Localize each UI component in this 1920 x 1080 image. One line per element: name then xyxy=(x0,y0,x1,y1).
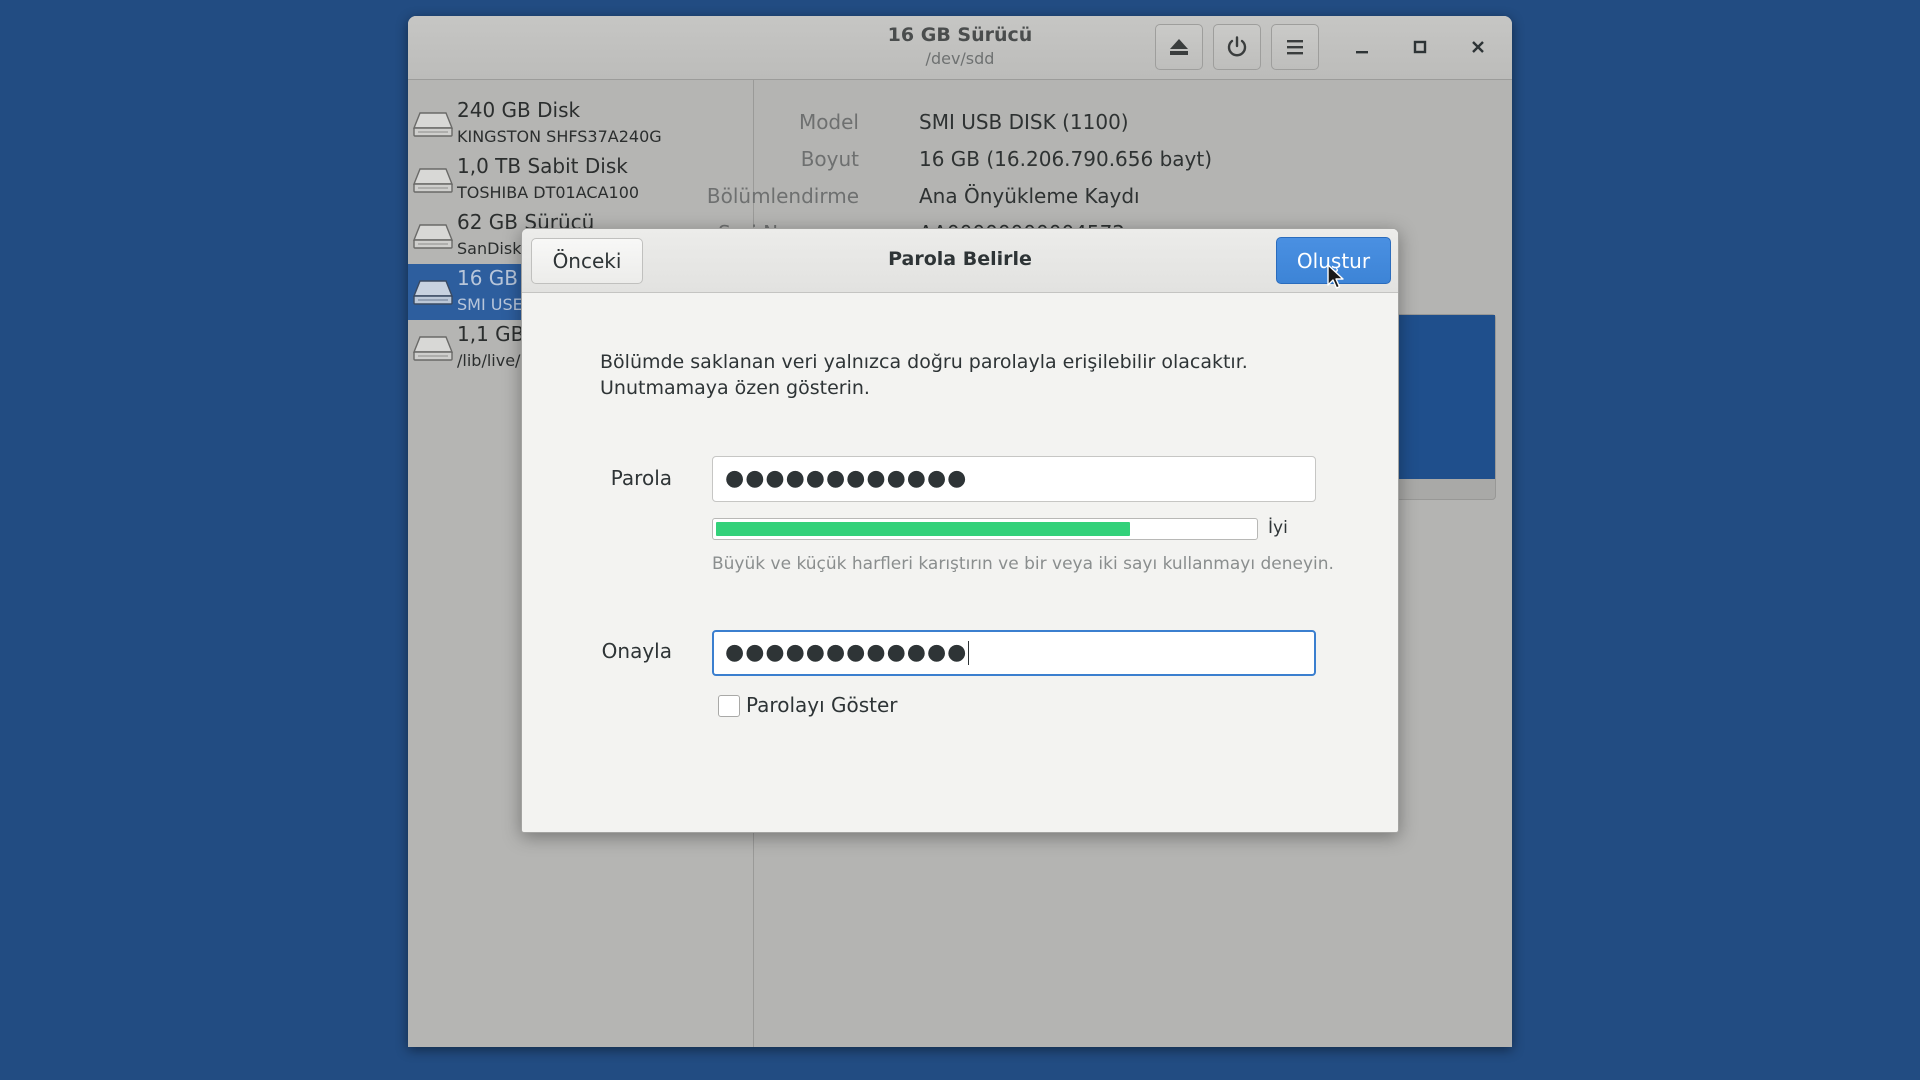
info-value: SMI USB DISK (1100) xyxy=(919,110,1129,134)
drive-model: SanDisk xyxy=(457,239,522,258)
close-button[interactable] xyxy=(1461,30,1495,64)
password-hint: Büyük ve küçük harfleri karıştırın ve bi… xyxy=(712,554,1334,574)
password-value: ●●●●●●●●●●●● xyxy=(725,466,968,491)
maximize-icon xyxy=(1413,40,1427,54)
drive-name: 1,0 TB Sabit Disk xyxy=(457,154,628,178)
power-icon xyxy=(1227,36,1247,57)
drive-item[interactable]: 1,0 TB Sabit Disk TOSHIBA DT01ACA100 xyxy=(408,152,754,208)
mouse-pointer-icon xyxy=(1327,264,1344,289)
dialog-header: Önceki Parola Belirle Oluştur xyxy=(522,229,1398,293)
info-key: Bölümlendirme xyxy=(706,184,859,208)
info-key: Model xyxy=(798,110,859,134)
header-bar: 16 GB Sürücü /dev/sdd xyxy=(408,16,1512,80)
confirm-label: Onayla xyxy=(601,639,672,663)
dialog-title: Parola Belirle xyxy=(888,248,1032,270)
show-password-checkbox[interactable] xyxy=(718,695,740,717)
close-icon xyxy=(1472,41,1484,53)
drive-name: 1,1 GB xyxy=(457,322,525,346)
power-off-button[interactable] xyxy=(1213,24,1261,70)
info-row-partitioning: Bölümlendirme Ana Önyükleme Kaydı xyxy=(707,184,1455,214)
password-strength-fill xyxy=(716,522,1131,536)
maximize-button[interactable] xyxy=(1403,30,1437,64)
info-value: Ana Önyükleme Kaydı xyxy=(919,184,1140,208)
drive-model: SMI USE xyxy=(457,295,523,314)
password-strength-label: İyi xyxy=(1268,518,1288,538)
menu-button[interactable] xyxy=(1271,24,1319,70)
drive-item[interactable]: 240 GB Disk KINGSTON SHFS37A240G xyxy=(408,96,754,152)
hard-drive-icon xyxy=(412,336,454,361)
menu-icon xyxy=(1287,40,1303,55)
drive-model: KINGSTON SHFS37A240G xyxy=(457,127,662,146)
hard-drive-icon xyxy=(412,168,454,193)
minimize-button[interactable] xyxy=(1345,30,1379,64)
drive-name: 240 GB Disk xyxy=(457,98,581,122)
info-row-size: Boyut 16 GB (16.206.790.656 bayt) xyxy=(755,147,1455,177)
confirm-password-field[interactable]: ●●●●●●●●●●●● xyxy=(712,630,1316,676)
eject-icon xyxy=(1170,39,1188,55)
password-field[interactable]: ●●●●●●●●●●●● xyxy=(712,456,1316,502)
dialog-description: Bölümde saklanan veri yalnızca doğru par… xyxy=(600,351,1248,399)
text-caret xyxy=(968,641,970,665)
minimize-icon xyxy=(1356,51,1368,54)
password-label: Parola xyxy=(610,466,672,490)
drive-model: /lib/live/r xyxy=(457,351,527,370)
info-row-model: Model SMI USB DISK (1100) xyxy=(755,110,1455,140)
password-strength-bar xyxy=(712,518,1258,540)
eject-button[interactable] xyxy=(1155,24,1203,70)
info-value: 16 GB (16.206.790.656 bayt) xyxy=(919,147,1213,171)
info-key: Boyut xyxy=(800,147,859,171)
hard-drive-icon xyxy=(412,280,454,305)
drive-model: TOSHIBA DT01ACA100 xyxy=(457,183,640,202)
hard-drive-icon xyxy=(412,112,454,137)
show-password-label[interactable]: Parolayı Göster xyxy=(746,693,898,717)
hard-drive-icon xyxy=(412,224,454,249)
confirm-value: ●●●●●●●●●●●● xyxy=(725,640,968,665)
set-password-dialog: Önceki Parola Belirle Oluştur Bölümde sa… xyxy=(521,228,1399,833)
